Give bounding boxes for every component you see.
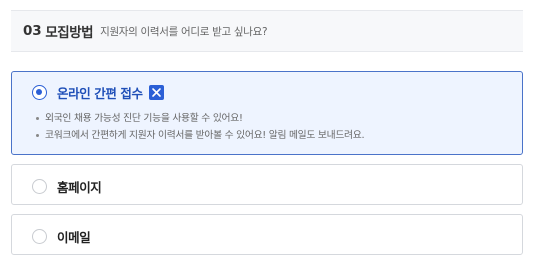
section-description: 지원자의 이력서를 어디로 받고 싶나요? (100, 25, 268, 38)
kowork-logo-glyph (151, 88, 161, 97)
bullet-item: 외국인 채용 가능성 진단 기능을 사용할 수 있어요! (36, 110, 364, 127)
option-email[interactable]: 이메일 (11, 214, 523, 255)
radio-homepage[interactable] (32, 179, 47, 194)
kowork-logo-icon (148, 85, 164, 100)
option-online-apply-bullets: 외국인 채용 가능성 진단 기능을 사용할 수 있어요! 코워크에서 간편하게 … (36, 110, 365, 144)
bullet-item: 코워크에서 간편하게 지원자 이력서를 받아볼 수 있어요! 알림 메일도 보내… (36, 127, 365, 144)
option-online-apply-row: 온라인 간편 접수 (32, 83, 164, 102)
section-header: 03 모집방법 지원자의 이력서를 어디로 받고 싶나요? (11, 10, 523, 52)
option-online-apply-label: 온라인 간편 접수 (57, 86, 143, 101)
option-homepage[interactable]: 홈페이지 (11, 164, 523, 205)
radio-email[interactable] (32, 229, 47, 244)
option-homepage-row: 홈페이지 (32, 177, 102, 196)
option-online-apply[interactable]: 온라인 간편 접수 외국인 채용 가능성 진단 기능을 사용할 수 있어요! 코… (11, 71, 523, 155)
option-email-label: 이메일 (57, 230, 91, 245)
section-title: 모집방법 (45, 25, 94, 41)
option-homepage-label: 홈페이지 (57, 180, 102, 195)
radio-online-apply[interactable] (32, 85, 47, 100)
option-email-row: 이메일 (32, 227, 91, 246)
section-number: 03 (23, 23, 42, 39)
